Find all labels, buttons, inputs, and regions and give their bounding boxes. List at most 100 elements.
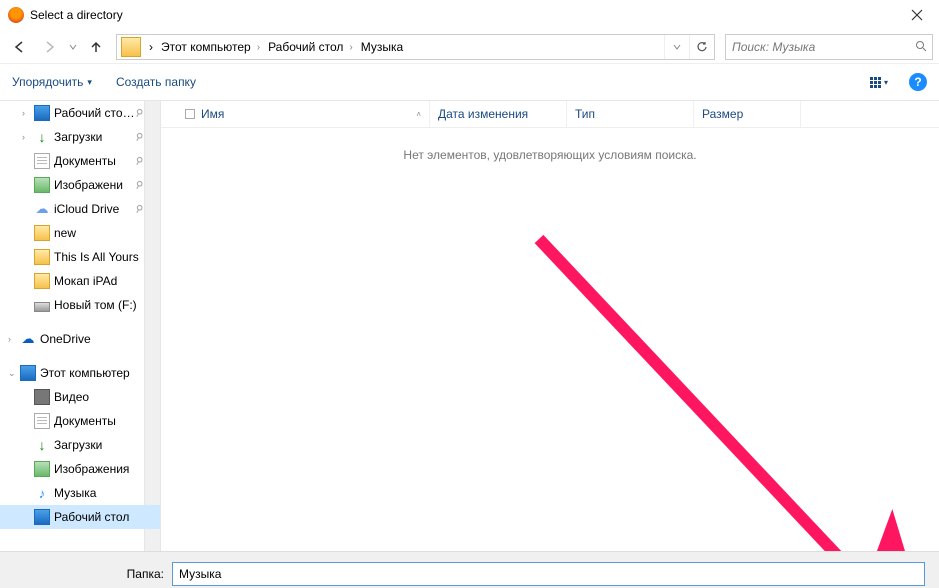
annotation-arrow <box>529 229 939 588</box>
column-name[interactable]: Имя ˄ <box>177 101 430 127</box>
address-bar[interactable]: › Этот компьютер› Рабочий стол› Музыка <box>116 34 715 60</box>
view-grid-icon <box>870 77 881 88</box>
pin-icon: ⚲ <box>132 202 144 215</box>
monitor-icon <box>34 105 50 121</box>
img-icon <box>34 461 50 477</box>
breadcrumb-1[interactable]: Этот компьютер› <box>157 40 264 54</box>
sidebar-item-5[interactable]: new <box>0 221 160 245</box>
refresh-icon <box>696 41 708 53</box>
sidebar-item-label: Музыка <box>54 486 96 500</box>
breadcrumb-3[interactable]: Музыка <box>357 40 407 54</box>
img-icon <box>34 177 50 193</box>
doc-icon <box>34 413 50 429</box>
sidebar-item-label: Загрузки <box>54 130 102 144</box>
sidebar-item-label: Документы <box>54 154 116 168</box>
sidebar-item-label: Новый том (F:) <box>54 298 137 312</box>
up-button[interactable] <box>82 34 110 60</box>
organize-menu[interactable]: Упорядочить ▾ <box>12 75 92 89</box>
sidebar-item-15[interactable]: ♪ Музыка <box>0 481 160 505</box>
sidebar-item-label: Документы <box>54 414 116 428</box>
folder-icon <box>121 37 141 57</box>
music-icon: ♪ <box>34 485 50 501</box>
folder-label: Папка: <box>14 567 172 581</box>
disk-icon <box>34 302 50 312</box>
sidebar-item-label: iCloud Drive <box>54 202 119 216</box>
recent-dropdown[interactable] <box>66 34 80 60</box>
search-input[interactable]: Поиск: Музыка <box>725 34 933 60</box>
pin-icon: ⚲ <box>132 178 144 191</box>
toolbar: Упорядочить ▾ Создать папку ▾ ? <box>0 63 939 101</box>
arrow-icon: ↓ <box>34 129 50 145</box>
refresh-button[interactable] <box>689 35 714 59</box>
sidebar-item-4[interactable]: ☁ iCloud Drive ⚲ <box>0 197 160 221</box>
chevron-down-icon <box>69 44 77 50</box>
doc-icon <box>34 153 50 169</box>
help-button[interactable]: ? <box>909 73 927 91</box>
sidebar-item-label: Загрузки <box>54 438 102 452</box>
close-button[interactable] <box>894 0 939 30</box>
sidebar-item-6[interactable]: This Is All Yours <box>0 245 160 269</box>
column-size[interactable]: Размер <box>694 101 801 127</box>
sidebar[interactable]: ›Рабочий сто…⚲›↓Загрузки⚲Документы⚲Изобр… <box>0 101 161 551</box>
chevron-down-icon: ▾ <box>87 77 92 88</box>
column-type[interactable]: Тип <box>567 101 694 127</box>
arrow-right-icon <box>43 40 57 54</box>
nav-row: › Этот компьютер› Рабочий стол› Музыка П… <box>0 31 939 63</box>
sidebar-item-label: Рабочий стол <box>54 510 129 524</box>
close-icon <box>911 9 923 21</box>
search-placeholder: Поиск: Музыка <box>732 40 910 54</box>
sidebar-item-2[interactable]: Документы ⚲ <box>0 149 160 173</box>
column-headers: Имя ˄ Дата изменения Тип Размер <box>161 101 939 128</box>
sidebar-item-7[interactable]: Мокап iPAd <box>0 269 160 293</box>
forward-button[interactable] <box>36 34 64 60</box>
sidebar-item-12[interactable]: Документы <box>0 409 160 433</box>
main-area: ›Рабочий сто…⚲›↓Загрузки⚲Документы⚲Изобр… <box>0 101 939 551</box>
folder-name-input[interactable] <box>172 562 925 586</box>
sidebar-item-10[interactable]: ⌄ Этот компьютер <box>0 361 160 385</box>
sidebar-item-label: Рабочий сто… <box>54 106 135 120</box>
chevron-down-icon <box>673 44 681 50</box>
sidebar-item-label: Изображени <box>54 178 123 192</box>
pin-icon: ⚲ <box>132 130 144 143</box>
sidebar-item-label: Этот компьютер <box>40 366 130 380</box>
od-icon: ☁ <box>20 331 36 347</box>
search-icon <box>910 40 932 55</box>
sidebar-item-label: Видео <box>54 390 89 404</box>
folder-icon <box>34 225 50 241</box>
pin-icon: ⚲ <box>132 154 144 167</box>
breadcrumb-root-chevron: › <box>145 40 157 54</box>
empty-message: Нет элементов, удовлетворяющих условиям … <box>161 128 939 162</box>
breadcrumb-2[interactable]: Рабочий стол› <box>264 40 357 54</box>
arrow-up-icon <box>89 40 103 54</box>
window-title: Select a directory <box>30 8 123 22</box>
folder-icon <box>34 273 50 289</box>
sidebar-item-14[interactable]: Изображения <box>0 457 160 481</box>
organize-label: Упорядочить <box>12 75 83 89</box>
sidebar-item-9[interactable]: ›☁OneDrive <box>0 327 160 351</box>
sidebar-item-label: This Is All Yours <box>54 250 139 264</box>
cloud-icon: ☁ <box>34 201 50 217</box>
firefox-icon <box>8 7 24 23</box>
arrow-left-icon <box>13 40 27 54</box>
monitor-icon <box>20 365 36 381</box>
address-dropdown[interactable] <box>664 35 689 59</box>
sidebar-item-13[interactable]: ↓ Загрузки <box>0 433 160 457</box>
sidebar-item-3[interactable]: Изображени ⚲ <box>0 173 160 197</box>
new-folder-button[interactable]: Создать папку <box>116 75 196 89</box>
sidebar-item-label: Изображения <box>54 462 129 476</box>
sidebar-item-1[interactable]: ›↓Загрузки⚲ <box>0 125 160 149</box>
sidebar-item-16[interactable]: Рабочий стол <box>0 505 160 529</box>
sidebar-item-0[interactable]: ›Рабочий сто…⚲ <box>0 101 160 125</box>
back-button[interactable] <box>6 34 34 60</box>
sidebar-item-8[interactable]: Новый том (F:) <box>0 293 160 317</box>
folder-icon <box>34 249 50 265</box>
arrow-icon: ↓ <box>34 437 50 453</box>
column-date[interactable]: Дата изменения <box>430 101 567 127</box>
sidebar-item-label: Мокап iPAd <box>54 274 117 288</box>
chevron-down-icon: ⌄ <box>8 368 16 379</box>
view-options-button[interactable]: ▾ <box>859 70 899 94</box>
film-icon <box>34 389 50 405</box>
sidebar-item-11[interactable]: Видео <box>0 385 160 409</box>
file-pane: Имя ˄ Дата изменения Тип Размер Нет элем… <box>161 101 939 551</box>
sidebar-item-label: OneDrive <box>40 332 91 346</box>
